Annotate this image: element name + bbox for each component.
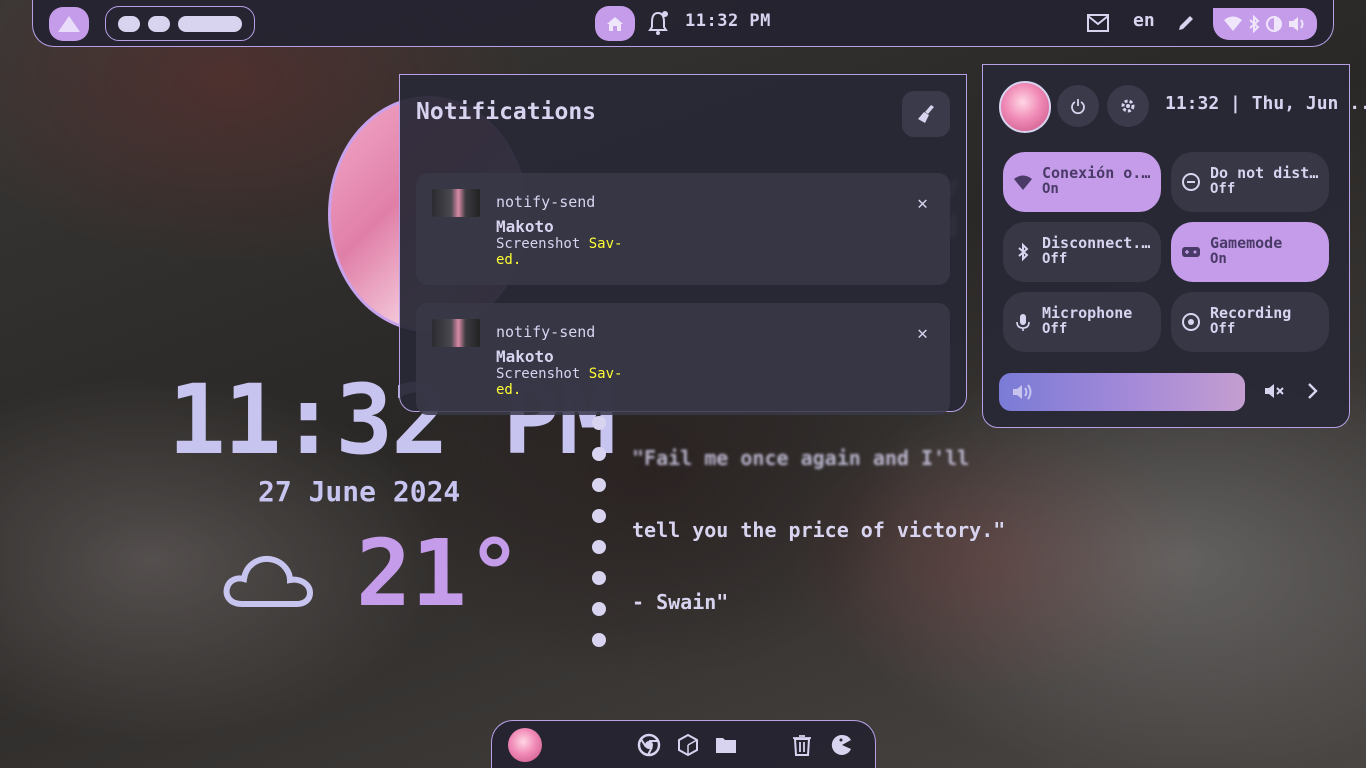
tile-state: On bbox=[1210, 251, 1227, 267]
chrome-icon[interactable] bbox=[637, 733, 661, 757]
wifi-icon bbox=[1014, 175, 1032, 190]
language-indicator[interactable]: en bbox=[1133, 10, 1155, 31]
dot bbox=[592, 571, 606, 585]
tile-label: Recording bbox=[1210, 304, 1292, 322]
quote: "Fail me once again and I'll tell you th… bbox=[632, 398, 1005, 638]
chevron-right-icon[interactable] bbox=[1305, 381, 1321, 401]
trash-icon[interactable] bbox=[790, 733, 814, 757]
dot bbox=[592, 540, 606, 554]
quote-line: "Fail me once again and I'll bbox=[632, 446, 970, 470]
tile-state: Off bbox=[1210, 321, 1236, 337]
home-button[interactable] bbox=[595, 6, 635, 41]
volume-icon bbox=[1289, 17, 1304, 31]
tile-state: Off bbox=[1042, 251, 1068, 267]
notification-body-highlight: ed. bbox=[496, 252, 522, 268]
gamepad-icon bbox=[1182, 247, 1200, 257]
notification-body-highlight: ed. bbox=[496, 382, 522, 398]
dot bbox=[592, 509, 606, 523]
do-not-disturb-icon bbox=[1182, 173, 1200, 191]
launcher-icon bbox=[58, 16, 80, 32]
bluetooth-icon bbox=[1018, 242, 1029, 262]
cloud-icon bbox=[223, 556, 314, 607]
status-tray[interactable] bbox=[1213, 8, 1317, 40]
temperature: 21° bbox=[356, 520, 523, 627]
tile-network[interactable]: Conexión o... On bbox=[1003, 152, 1161, 212]
tile-state: On bbox=[1042, 181, 1059, 197]
workspace-switcher[interactable] bbox=[105, 6, 255, 41]
notification-summary: Makoto bbox=[496, 347, 554, 366]
wifi-icon bbox=[1224, 16, 1242, 31]
notification-thumbnail bbox=[432, 319, 480, 347]
quick-settings-panel: 11:32 | Thu, Jun ... Conexión o... On Do… bbox=[982, 64, 1366, 428]
tile-label: Do not distu... bbox=[1210, 164, 1322, 182]
launcher-button[interactable] bbox=[49, 7, 89, 41]
desktop-date: 27 June 2024 bbox=[258, 475, 461, 508]
close-notification-button[interactable]: ✕ bbox=[917, 323, 928, 344]
volume-icon bbox=[1013, 384, 1032, 400]
gear-icon bbox=[1121, 99, 1135, 113]
tile-gamemode[interactable]: Gamemode On bbox=[1171, 222, 1329, 282]
notification-body-highlight: Sav- bbox=[588, 236, 623, 252]
power-icon bbox=[1071, 99, 1085, 114]
quick-settings-time: 11:32 | Thu, Jun ... bbox=[1165, 93, 1366, 114]
notification-app: notify-send bbox=[496, 323, 596, 341]
tile-do-not-disturb[interactable]: Do not distu... Off bbox=[1171, 152, 1329, 212]
folder-icon[interactable] bbox=[714, 733, 738, 757]
notification-app: notify-send bbox=[496, 193, 596, 211]
microphone-icon bbox=[1016, 314, 1030, 331]
notification-body-text: Screenshot bbox=[496, 366, 589, 382]
notification-body: Screenshot Sav-ed. bbox=[496, 366, 636, 398]
bluetooth-icon bbox=[1249, 15, 1260, 33]
dot bbox=[592, 478, 606, 492]
top-bar: 11:32 PM en bbox=[32, 0, 1334, 47]
dot bbox=[592, 447, 606, 461]
brightness-icon bbox=[1266, 16, 1282, 32]
mute-icon[interactable] bbox=[1263, 381, 1285, 401]
record-icon bbox=[1182, 313, 1200, 331]
dot bbox=[592, 416, 606, 430]
workspace-2[interactable] bbox=[148, 15, 170, 32]
workspace-1[interactable] bbox=[118, 15, 140, 32]
workspace-active[interactable] bbox=[178, 15, 242, 32]
topbar-clock[interactable]: 11:32 PM bbox=[685, 11, 771, 31]
clear-notifications-button[interactable] bbox=[902, 91, 950, 137]
tile-label: Gamemode bbox=[1210, 234, 1283, 252]
dock bbox=[491, 720, 876, 768]
notifications-panel: Notifications notify-send Makoto Screens… bbox=[399, 74, 967, 415]
broom-icon bbox=[918, 105, 934, 123]
notification-card[interactable]: notify-send Makoto Screenshot Sav-ed. ✕ bbox=[416, 303, 950, 415]
avatar[interactable] bbox=[999, 81, 1051, 133]
home-icon bbox=[607, 16, 623, 31]
power-button[interactable] bbox=[1057, 85, 1099, 127]
tile-bluetooth[interactable]: Disconnect... Off bbox=[1003, 222, 1161, 282]
dot bbox=[592, 633, 606, 647]
close-notification-button[interactable]: ✕ bbox=[917, 193, 928, 214]
notifications-title: Notifications bbox=[416, 99, 597, 125]
package-icon[interactable] bbox=[676, 733, 700, 757]
bell-icon[interactable] bbox=[647, 10, 669, 36]
mail-icon[interactable] bbox=[1087, 14, 1109, 32]
notification-card[interactable]: notify-send Makoto Screenshot Sav-ed. ✕ bbox=[416, 173, 950, 285]
tile-recording[interactable]: Recording Off bbox=[1171, 292, 1329, 352]
notification-summary: Makoto bbox=[496, 217, 554, 236]
avatar[interactable] bbox=[508, 728, 542, 762]
quote-author: - Swain" bbox=[632, 590, 729, 614]
pen-icon[interactable] bbox=[1177, 14, 1195, 32]
notification-body-text: Screenshot bbox=[496, 236, 589, 252]
tile-state: Off bbox=[1210, 181, 1236, 197]
settings-button[interactable] bbox=[1107, 85, 1149, 127]
pacman-icon[interactable] bbox=[830, 733, 854, 757]
notification-body-highlight: Sav- bbox=[588, 366, 623, 382]
quote-line: tell you the price of victory." bbox=[632, 518, 1006, 542]
volume-slider[interactable] bbox=[999, 373, 1245, 411]
dot-indicator bbox=[592, 416, 606, 664]
tile-label: Disconnect... bbox=[1042, 234, 1154, 252]
notification-thumbnail bbox=[432, 189, 480, 217]
tile-microphone[interactable]: Microphone Off bbox=[1003, 292, 1161, 352]
tile-label: Microphone bbox=[1042, 304, 1133, 322]
tile-state: Off bbox=[1042, 321, 1068, 337]
notification-body: Screenshot Sav-ed. bbox=[496, 236, 636, 268]
dot bbox=[592, 602, 606, 616]
tile-label: Conexión o... bbox=[1042, 164, 1154, 182]
